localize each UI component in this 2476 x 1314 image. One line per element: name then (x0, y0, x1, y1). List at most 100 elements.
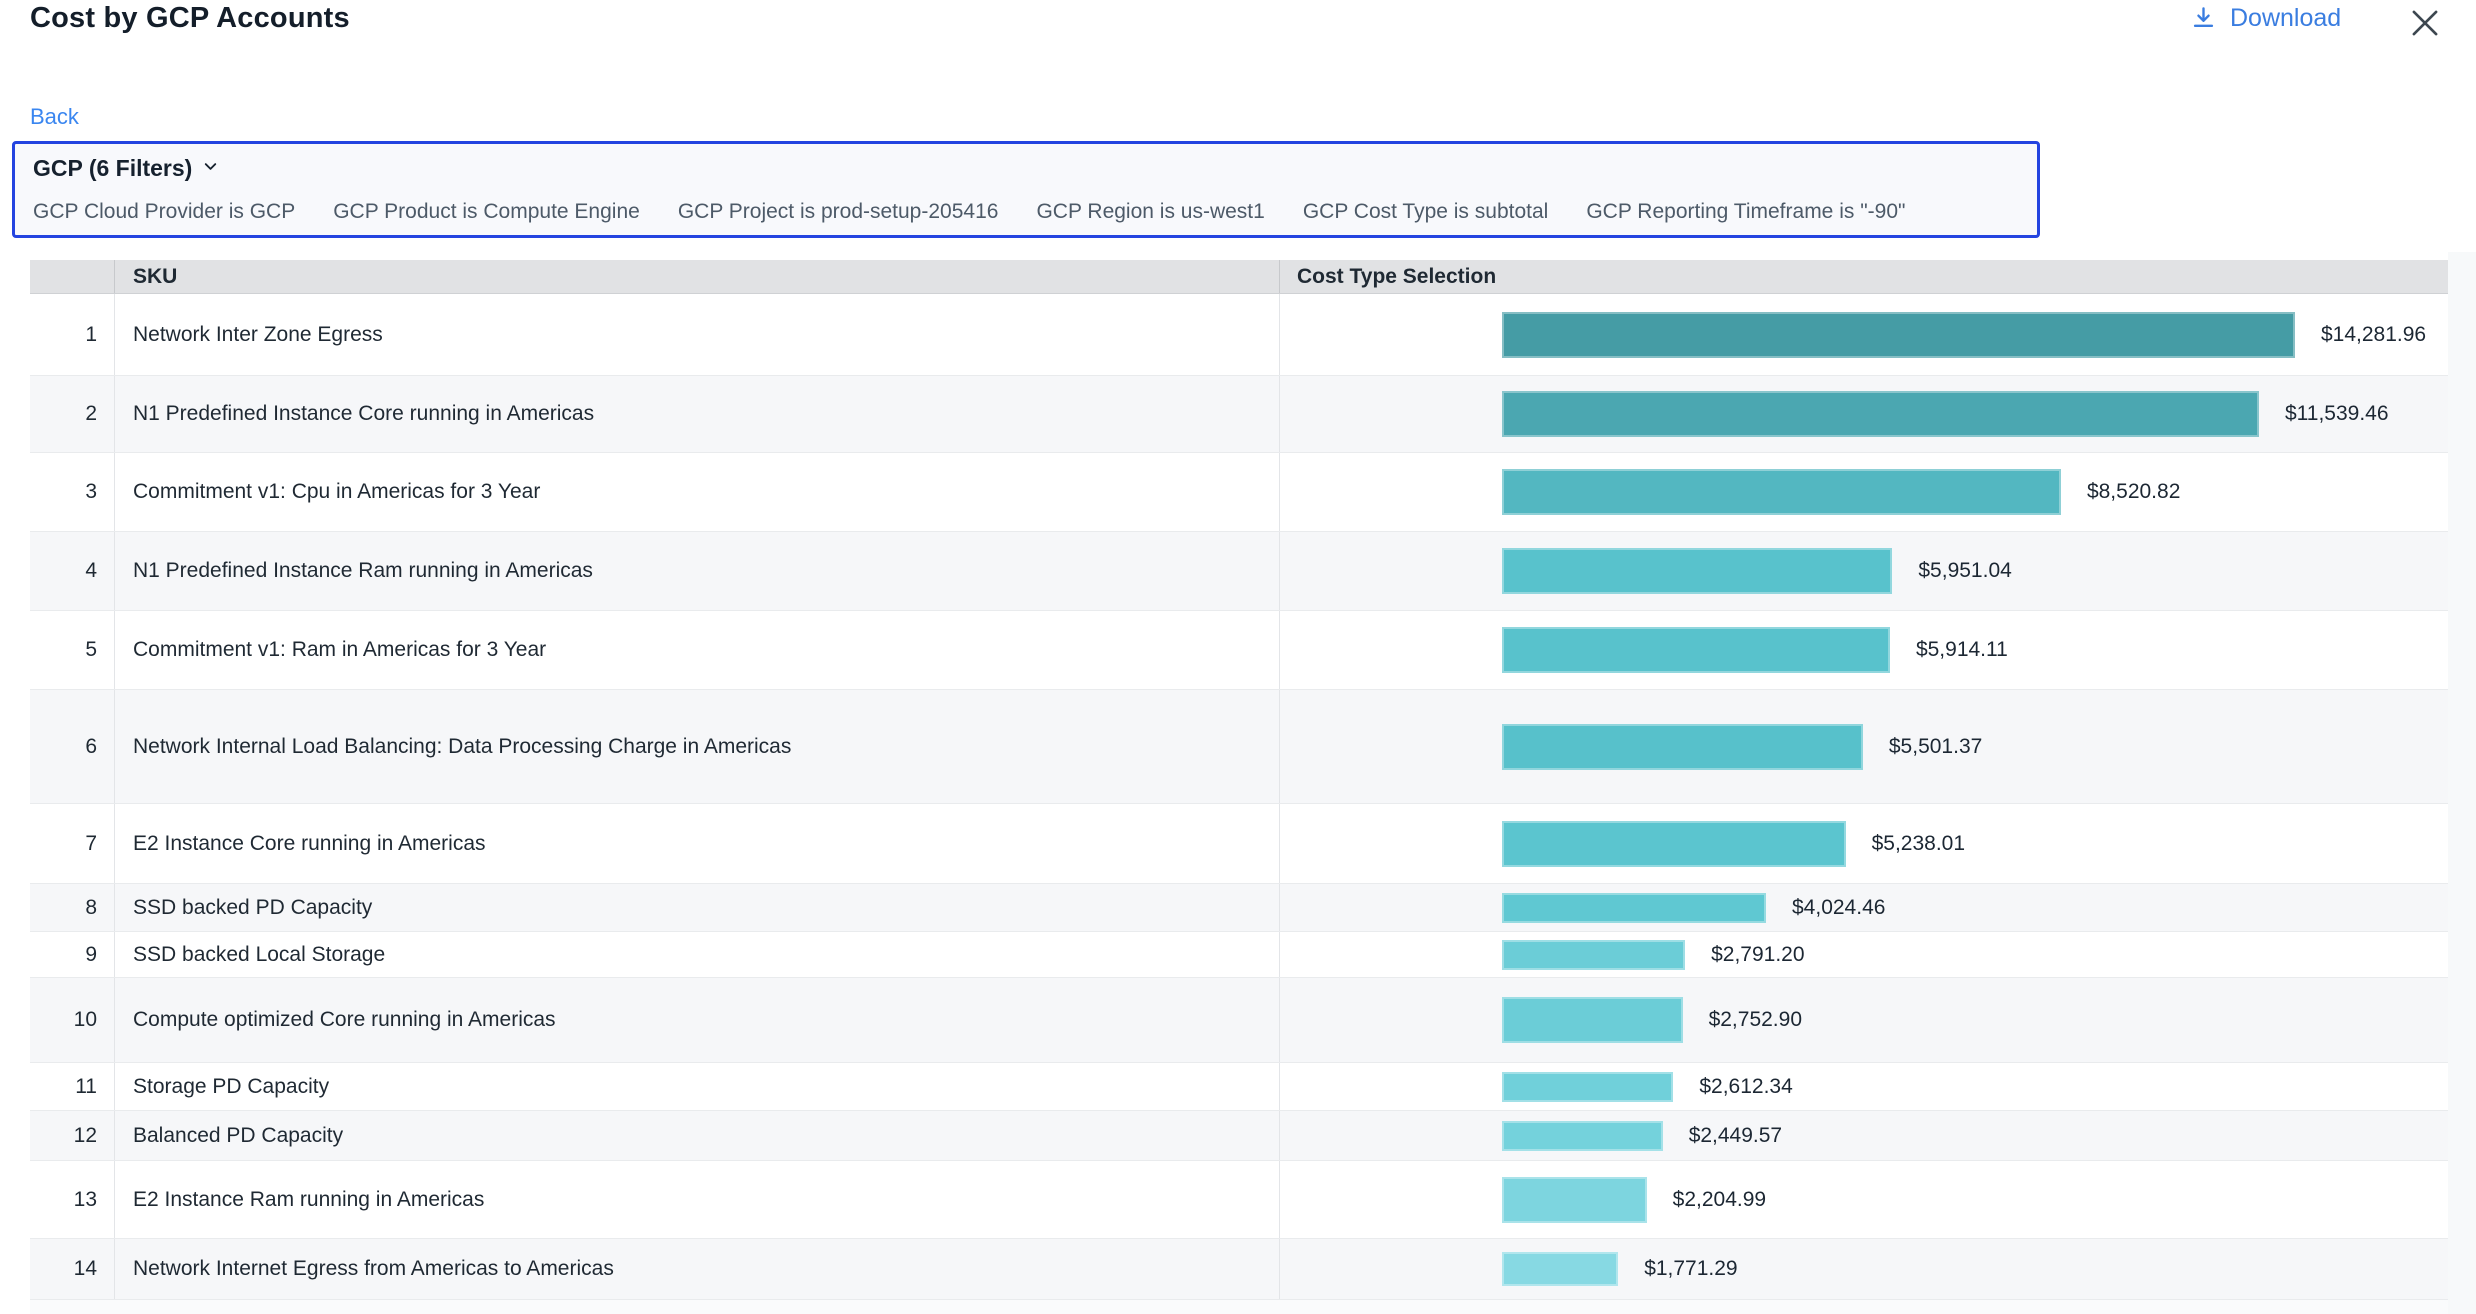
cost-cell: $2,204.99 (1280, 1161, 2448, 1238)
cost-cell: $4,024.46 (1280, 884, 2448, 931)
table-row: 1 Network Inter Zone Egress $14,281.96 (30, 294, 2448, 376)
filter-item: GCP Product is Compute Engine (333, 200, 640, 224)
column-header-index (30, 260, 115, 293)
row-index: 13 (30, 1161, 115, 1238)
cost-bar[interactable] (1502, 312, 2295, 358)
filter-item: GCP Reporting Timeframe is "-90" (1586, 200, 1905, 224)
sku-cell: Network Internal Load Balancing: Data Pr… (115, 690, 1280, 803)
download-button[interactable]: Download (2190, 4, 2341, 33)
cost-value-label: $2,791.20 (1711, 943, 1804, 967)
download-icon (2190, 5, 2217, 32)
filter-item: GCP Project is prod-setup-205416 (678, 200, 999, 224)
row-index: 2 (30, 376, 115, 452)
row-index: 7 (30, 804, 115, 883)
cost-value-label: $5,501.37 (1889, 735, 1982, 759)
cost-cell: $14,281.96 (1280, 294, 2448, 375)
cost-bar[interactable] (1502, 893, 1766, 923)
row-index: 10 (30, 978, 115, 1062)
table-row: 14 Network Internet Egress from Americas… (30, 1239, 2448, 1300)
filter-item: GCP Cloud Provider is GCP (33, 200, 295, 224)
cost-cell: $2,791.20 (1280, 932, 2448, 977)
row-index: 9 (30, 932, 115, 977)
row-index: 12 (30, 1111, 115, 1160)
row-index: 8 (30, 884, 115, 931)
row-index: 11 (30, 1063, 115, 1110)
row-index: 14 (30, 1239, 115, 1299)
filter-items: GCP Cloud Provider is GCP GCP Product is … (33, 200, 1905, 224)
cost-bar[interactable] (1502, 627, 1890, 673)
sku-cell: Commitment v1: Cpu in Americas for 3 Yea… (115, 453, 1280, 531)
sku-cell: SSD backed PD Capacity (115, 884, 1280, 931)
cost-table: SKU Cost Type Selection 1 Network Inter … (30, 260, 2448, 1314)
cost-bar[interactable] (1502, 1121, 1663, 1151)
column-header-sku[interactable]: SKU (115, 260, 1280, 293)
cost-bar[interactable] (1502, 469, 2061, 515)
table-row: 7 E2 Instance Core running in Americas $… (30, 804, 2448, 884)
cost-bar[interactable] (1502, 1252, 1618, 1286)
close-icon (2406, 30, 2444, 45)
filter-summary-label: GCP (6 Filters) (33, 155, 192, 182)
cost-bar[interactable] (1502, 1177, 1647, 1223)
filter-summary-toggle[interactable]: GCP (6 Filters) (33, 155, 220, 182)
cost-bar[interactable] (1502, 548, 1892, 594)
table-row: 9 SSD backed Local Storage $2,791.20 (30, 932, 2448, 978)
cost-bar[interactable] (1502, 940, 1685, 970)
sku-cell: Compute optimized Core running in Americ… (115, 978, 1280, 1062)
cost-value-label: $5,914.11 (1916, 638, 2008, 662)
cost-value-label: $5,951.04 (1918, 559, 2011, 583)
sku-cell: Balanced PD Capacity (115, 1111, 1280, 1160)
cost-value-label: $11,539.46 (2285, 402, 2389, 426)
filter-bar: GCP (6 Filters) GCP Cloud Provider is GC… (12, 141, 2040, 238)
sku-cell: N1 Predefined Instance Ram running in Am… (115, 532, 1280, 610)
row-index: 3 (30, 453, 115, 531)
cost-bar[interactable] (1502, 821, 1846, 867)
sku-cell: SSD backed Local Storage (115, 932, 1280, 977)
chevron-down-icon (201, 155, 220, 182)
scrollbar-track[interactable] (2448, 252, 2476, 1314)
cost-value-label: $14,281.96 (2321, 323, 2426, 347)
sku-cell: Network Inter Zone Egress (115, 294, 1280, 375)
table-row: 10 Compute optimized Core running in Ame… (30, 978, 2448, 1063)
table-header: SKU Cost Type Selection (30, 260, 2448, 294)
row-index: 1 (30, 294, 115, 375)
table-row: 4 N1 Predefined Instance Ram running in … (30, 532, 2448, 611)
page-title: Cost by GCP Accounts (30, 2, 350, 35)
table-row: 12 Balanced PD Capacity $2,449.57 (30, 1111, 2448, 1161)
cost-value-label: $2,612.34 (1699, 1075, 1792, 1099)
cost-cell: $8,520.82 (1280, 453, 2448, 531)
table-row: 5 Commitment v1: Ram in Americas for 3 Y… (30, 611, 2448, 690)
cost-value-label: $5,238.01 (1872, 832, 1965, 856)
back-link[interactable]: Back (30, 104, 79, 130)
cost-value-label: $8,520.82 (2087, 480, 2180, 504)
cost-bar[interactable] (1502, 724, 1863, 770)
sku-cell: Commitment v1: Ram in Americas for 3 Yea… (115, 611, 1280, 689)
table-row: 8 SSD backed PD Capacity $4,024.46 (30, 884, 2448, 932)
table-row: 2 N1 Predefined Instance Core running in… (30, 376, 2448, 453)
cost-cell: $2,612.34 (1280, 1063, 2448, 1110)
cost-value-label: $2,204.99 (1673, 1188, 1766, 1212)
column-header-cost-type-selection[interactable]: Cost Type Selection (1280, 260, 2448, 293)
cost-value-label: $1,771.29 (1644, 1257, 1737, 1281)
cost-bar[interactable] (1502, 391, 2259, 437)
sku-cell: N1 Predefined Instance Core running in A… (115, 376, 1280, 452)
cost-cell: $5,914.11 (1280, 611, 2448, 689)
sku-cell: E2 Instance Core running in Americas (115, 804, 1280, 883)
cost-bar[interactable] (1502, 1072, 1673, 1102)
download-label: Download (2230, 4, 2341, 33)
cost-cell: $5,238.01 (1280, 804, 2448, 883)
cost-bar[interactable] (1502, 997, 1683, 1043)
sku-cell: E2 Instance Ram running in Americas (115, 1161, 1280, 1238)
sku-cell: Storage PD Capacity (115, 1063, 1280, 1110)
drill-modal: Cost by GCP Accounts Download Back GCP (… (0, 0, 2476, 1314)
cost-cell: $11,539.46 (1280, 376, 2448, 452)
cost-cell: $5,501.37 (1280, 690, 2448, 803)
row-index: 4 (30, 532, 115, 610)
close-button[interactable] (2402, 0, 2448, 46)
cost-cell: $1,771.29 (1280, 1239, 2448, 1299)
cost-value-label: $4,024.46 (1792, 896, 1885, 920)
cost-cell: $2,752.90 (1280, 978, 2448, 1062)
cost-cell: $5,951.04 (1280, 532, 2448, 610)
filter-item: GCP Region is us-west1 (1036, 200, 1264, 224)
table-row: 6 Network Internal Load Balancing: Data … (30, 690, 2448, 804)
cost-value-label: $2,752.90 (1709, 1008, 1802, 1032)
